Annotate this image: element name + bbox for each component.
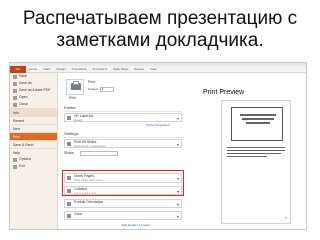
- slides-input[interactable]: [80, 151, 118, 156]
- slide-title: Распечатываем презентацию с заметками до…: [0, 8, 320, 52]
- slide-title-line-2: заметками докладчика.: [56, 30, 264, 51]
- notes-text-line: [227, 147, 285, 148]
- setting-subtitle: 1,2,3 1,2,3 1,2,3: [74, 191, 96, 195]
- notes-text-line: [227, 153, 281, 154]
- sidebar-item-recent[interactable]: Recent: [10, 116, 57, 124]
- file-tab[interactable]: File: [10, 65, 26, 73]
- sidebar-item-save[interactable]: Save: [10, 73, 57, 80]
- tab-transitions[interactable]: Transitions: [69, 66, 90, 73]
- print-settings-panel: Print Print Copies: 1 Printer HP LaserJe…: [62, 75, 184, 229]
- tab-design[interactable]: Design: [54, 66, 69, 73]
- chevron-down-icon: ▾: [176, 176, 179, 181]
- chevron-down-icon: ▾: [176, 202, 179, 207]
- sidebar-item-label: Save as Adobe PDF: [19, 88, 51, 92]
- printer-header: Printer: [64, 105, 76, 110]
- tab-animations[interactable]: Animations: [89, 66, 110, 73]
- slides-label: Slides:: [64, 151, 75, 155]
- setting-subtitle: Print slides with notes: [74, 178, 104, 182]
- sidebar-item-label: Exit: [19, 164, 25, 168]
- thumbnail-text-line: [242, 118, 274, 120]
- color-icon: [67, 214, 71, 218]
- tab-view[interactable]: View: [147, 66, 159, 73]
- page-number: 1: [285, 216, 287, 220]
- orientation-select[interactable]: Portrait Orientation ▾: [64, 199, 182, 208]
- copies-input[interactable]: 1: [100, 87, 114, 92]
- printer-properties-link[interactable]: Printer Properties: [146, 123, 169, 127]
- setting-title: Portrait Orientation: [74, 200, 104, 204]
- slides-icon: [67, 142, 71, 146]
- paper-icon: [73, 81, 79, 85]
- setting-subtitle: Print entire presentation: [74, 144, 106, 148]
- options-icon: [13, 157, 17, 162]
- chevron-down-icon: ▾: [176, 214, 179, 219]
- collate-icon: [67, 189, 71, 193]
- sidebar-item-save-as[interactable]: Save As: [10, 80, 57, 87]
- slide-title-line-1: Распечатываем презентацию с: [22, 8, 298, 29]
- orientation-icon: [67, 202, 71, 206]
- chevron-down-icon: ▾: [176, 142, 179, 147]
- print-button[interactable]: [66, 79, 84, 95]
- preview-slide-thumbnail: [231, 107, 283, 141]
- print-heading: Print: [88, 80, 96, 84]
- settings-header: Settings: [64, 131, 79, 136]
- ribbon-tabs: File Home Insert Design Transitions Anim…: [10, 65, 306, 73]
- copies-label: Copies:: [88, 87, 99, 91]
- save-icon: [13, 74, 17, 79]
- divider: [64, 137, 182, 138]
- print-range-select[interactable]: Print All Slides Print entire presentati…: [64, 139, 182, 148]
- print-preview-page: 1: [221, 100, 291, 224]
- thumbnail-text-line: [240, 114, 276, 116]
- notes-text-line: [227, 156, 267, 157]
- sidebar-item-label: Options: [19, 157, 32, 161]
- tab-home[interactable]: Home: [26, 66, 40, 73]
- sidebar-item-label: Save As: [19, 81, 32, 85]
- sidebar-item-label: Save: [19, 74, 27, 78]
- printer-select[interactable]: HP LaserJet Ready ▾: [64, 113, 182, 122]
- sidebar-item-label: Open: [19, 95, 28, 99]
- sidebar-item-close[interactable]: Close: [10, 101, 57, 108]
- printer-icon: [67, 116, 71, 120]
- printer-status: Ready: [74, 118, 83, 122]
- sidebar-item-label: Close: [19, 102, 28, 106]
- sidebar-item-info[interactable]: Info: [10, 108, 57, 116]
- backstage-sidebar: Save Save As Save as Adobe PDF Open Clos…: [10, 73, 58, 229]
- sidebar-item-save-as-pdf[interactable]: Save as Adobe PDF: [10, 87, 57, 94]
- divider: [64, 111, 182, 112]
- print-button-label: Print: [69, 96, 77, 100]
- thumbnail-text-line: [246, 122, 270, 124]
- sidebar-item-options[interactable]: Options: [10, 156, 57, 163]
- sidebar-item-new[interactable]: New: [10, 124, 57, 132]
- chevron-down-icon: ▾: [176, 189, 179, 194]
- save-as-icon: [13, 81, 17, 86]
- sidebar-item-open[interactable]: Open: [10, 94, 57, 101]
- tab-review[interactable]: Review: [131, 66, 147, 73]
- chevron-down-icon: ▾: [176, 116, 179, 121]
- print-preview-annotation: Print Preview: [203, 89, 245, 96]
- sidebar-item-exit[interactable]: Exit: [10, 163, 57, 170]
- tab-insert[interactable]: Insert: [40, 66, 54, 73]
- close-icon: [13, 102, 17, 107]
- tab-slide-show[interactable]: Slide Show: [110, 66, 131, 73]
- notes-page-icon: [67, 176, 71, 180]
- sidebar-item-help[interactable]: Help: [10, 148, 57, 156]
- collation-select[interactable]: Collated 1,2,3 1,2,3 1,2,3 ▾: [64, 186, 182, 195]
- edit-header-footer-link[interactable]: Edit Header & Footer: [122, 223, 150, 227]
- print-layout-select[interactable]: Notes Pages Print slides with notes ▾: [64, 173, 182, 183]
- pdf-icon: [13, 88, 17, 93]
- sidebar-item-save-send[interactable]: Save & Send: [10, 140, 57, 148]
- setting-title: Color: [74, 212, 83, 216]
- exit-icon: [13, 164, 17, 169]
- folder-icon: [13, 95, 17, 100]
- notes-text-line: [227, 150, 285, 151]
- color-select[interactable]: Color ▾: [64, 211, 182, 220]
- sidebar-item-print[interactable]: Print: [10, 132, 57, 140]
